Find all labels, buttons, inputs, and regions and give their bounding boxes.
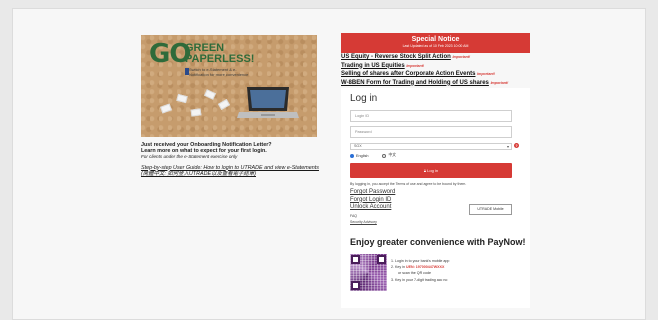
- login-button[interactable]: 🔒︎ Log in: [350, 163, 512, 178]
- notice-item[interactable]: Trading in US Equities Important!: [341, 62, 530, 71]
- lock-icon: 🔒︎: [423, 168, 427, 173]
- unlock-account-link[interactable]: Unlock Account: [350, 204, 395, 212]
- login-button-label: Log in: [427, 168, 439, 173]
- laptop-icon: [237, 87, 299, 118]
- radio-selected-icon: [350, 153, 354, 158]
- paynow-steps: 1. Login in to your bank's mobile app 2.…: [391, 258, 521, 283]
- onboarding-info: Just received your Onboarding Notificati…: [141, 142, 331, 177]
- user-guide-link[interactable]: Step-by-step User Guide: How to login to…: [141, 165, 331, 171]
- onboarding-note: For clients under the e-Statement exerci…: [141, 154, 238, 160]
- notice-item-link[interactable]: Selling of shares after Corporate Action…: [341, 71, 475, 77]
- paper-icon: [217, 98, 231, 111]
- lang-english-radio[interactable]: English: [350, 153, 368, 158]
- special-notice-updated: Last Updated as of 10 Feb 2023 10:00 AM: [402, 44, 469, 48]
- banner-subtext: Switch to e-Statement & e-Notification f…: [189, 67, 249, 77]
- paper-icon: [176, 93, 188, 104]
- paynow-uen: UEN: 197000447WXXX: [405, 265, 445, 270]
- important-tag: Important!: [406, 63, 425, 68]
- notice-item[interactable]: Selling of shares after Corporate Action…: [341, 70, 530, 79]
- banner-green-text: GREEN PAPERLESS!: [185, 43, 254, 65]
- special-notice-title: Special Notice: [411, 36, 460, 43]
- faq-link[interactable]: FAQ: [350, 214, 357, 218]
- paynow-step-2-prefix: 2. Key in: [391, 265, 406, 270]
- paper-icon: [190, 108, 202, 117]
- password-input[interactable]: Password: [350, 126, 512, 138]
- market-select-value: SGX: [354, 144, 362, 148]
- notice-item-link[interactable]: Trading in US Equities: [341, 63, 405, 69]
- lang-english-label: English: [356, 153, 369, 158]
- language-options: English 中文: [350, 153, 396, 158]
- market-select[interactable]: SGX ▾: [350, 143, 512, 150]
- important-tag: Important!: [490, 80, 509, 85]
- terms-text: By logging in, you accept the Terms of u…: [350, 182, 467, 186]
- notice-list: US Equity - Reverse Stock Split Action I…: [341, 53, 530, 87]
- lang-chinese-radio[interactable]: 中文: [382, 153, 396, 158]
- paynow-title: Enjoy greater convenience with PayNow!: [350, 237, 526, 247]
- paper-icon: [203, 89, 217, 100]
- utrade-mobile-button[interactable]: UTRADE Mobile: [469, 204, 512, 215]
- notice-item[interactable]: W-8BEN Form for Trading and Holding of U…: [341, 79, 530, 88]
- forgot-password-link[interactable]: Forgot Password: [350, 189, 395, 197]
- login-id-input[interactable]: Login ID: [350, 110, 512, 122]
- notice-item-link[interactable]: US Equity - Reverse Stock Split Action: [341, 54, 451, 60]
- help-icon[interactable]: ?: [514, 143, 519, 148]
- notice-item-link[interactable]: W-8BEN Form for Trading and Holding of U…: [341, 80, 489, 86]
- go-green-banner[interactable]: GO GREEN PAPERLESS! Switch to e-Statemen…: [141, 35, 317, 137]
- user-guide-link-zh[interactable]: (简體中文: 如何登入UTRADE以及查看電子結單): [141, 171, 331, 177]
- paynow-qr-code: [350, 254, 387, 291]
- banner-green-line2: PAPERLESS!: [185, 53, 255, 65]
- qr-finder-icon: [351, 255, 360, 264]
- special-notice-header: Special Notice Last Updated as of 10 Feb…: [341, 33, 530, 53]
- important-tag: Important!: [452, 55, 471, 59]
- login-panel: Log in Login ID Password SGX ▾ ? English…: [341, 88, 530, 308]
- qr-finder-icon: [377, 255, 386, 264]
- forgot-login-link[interactable]: Forgot Login ID: [350, 197, 395, 205]
- paper-icon: [160, 103, 172, 114]
- chevron-down-icon: ▾: [506, 144, 509, 149]
- account-links: Forgot Password Forgot Login ID Unlock A…: [350, 189, 395, 212]
- important-tag: Important!: [477, 72, 495, 76]
- radio-icon: [382, 153, 387, 158]
- lang-chinese-label: 中文: [388, 153, 397, 157]
- login-title: Log in: [350, 93, 378, 104]
- notice-item[interactable]: US Equity - Reverse Stock Split Action I…: [341, 53, 530, 62]
- qr-finder-icon: [351, 281, 360, 290]
- security-advisory-link[interactable]: Security Advisory: [350, 220, 377, 224]
- paynow-step-3: 3. Key in your 7-digit trading acc no: [391, 277, 448, 282]
